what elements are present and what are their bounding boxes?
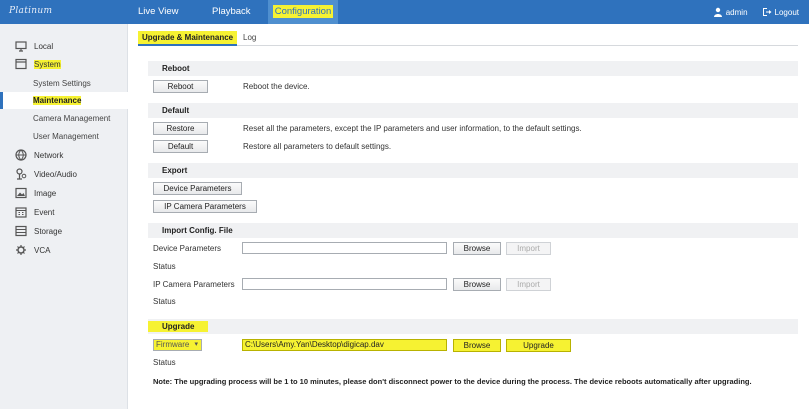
export-device-parameters-button[interactable]: Device Parameters: [153, 182, 242, 195]
upgrade-type-select[interactable]: Firmware ▾: [153, 339, 202, 351]
user-area: admin Logout: [713, 0, 799, 24]
import-ipcam-file-field[interactable]: [242, 278, 447, 290]
import-ipcam-status-label: Status: [153, 297, 176, 306]
sidebar-item-image[interactable]: Image: [0, 184, 128, 202]
sidebar: Local System System Settings Maintenance…: [0, 24, 128, 409]
image-icon: [15, 187, 27, 199]
sidebar-item-label: Local: [34, 41, 54, 51]
video-audio-icon: [16, 168, 27, 180]
sidebar-item-label: Event: [34, 207, 55, 217]
upgrade-type-value: Firmware: [156, 340, 190, 349]
logout-label: Logout: [774, 7, 799, 17]
calendar-icon: [15, 207, 27, 218]
sidebar-item-system[interactable]: System: [0, 55, 128, 73]
section-upgrade-header: Upgrade: [148, 319, 798, 334]
sidebar-sub-system-settings[interactable]: System Settings: [0, 75, 128, 92]
upgrade-browse-button[interactable]: Browse: [453, 339, 501, 352]
import-ipcam-import-button[interactable]: Import: [506, 278, 551, 291]
sidebar-item-label: Video/Audio: [34, 169, 77, 179]
upgrade-note: Note: The upgrading process will be 1 to…: [153, 377, 752, 386]
sidebar-item-video-audio[interactable]: Video/Audio: [0, 165, 128, 183]
nav-configuration-label: Configuration: [272, 5, 334, 18]
section-upgrade-title: Upgrade: [148, 321, 209, 332]
sidebar-item-label: Network: [34, 150, 64, 160]
sidebar-item-event[interactable]: Event: [0, 203, 128, 221]
default-description: Restore all parameters to default settin…: [243, 142, 392, 151]
monitor-icon: [15, 41, 27, 52]
upgrade-button[interactable]: Upgrade: [506, 339, 571, 352]
reboot-description: Reboot the device.: [243, 82, 310, 91]
import-device-import-button[interactable]: Import: [506, 242, 551, 255]
user-menu[interactable]: admin: [713, 7, 748, 17]
reboot-button[interactable]: Reboot: [153, 80, 208, 93]
restore-button[interactable]: Restore: [153, 122, 208, 135]
section-reboot-title: Reboot: [148, 61, 798, 76]
chevron-down-icon: ▾: [194, 341, 198, 348]
brand-logo: Platinum: [9, 6, 53, 16]
upgrade-status-label: Status: [153, 358, 176, 367]
import-device-browse-button[interactable]: Browse: [453, 242, 501, 255]
sidebar-item-storage[interactable]: Storage: [0, 222, 128, 240]
nav-playback[interactable]: Playback: [212, 0, 251, 24]
sidebar-sub-user-management[interactable]: User Management: [0, 128, 128, 145]
sidebar-item-label: VCA: [34, 245, 51, 255]
tab-upgrade-maintenance[interactable]: Upgrade & Maintenance: [138, 31, 238, 46]
system-window-icon: [15, 58, 27, 70]
sidebar-sub-label: Maintenance: [33, 96, 82, 105]
tab-bar: Upgrade & Maintenance Log: [138, 31, 798, 46]
storage-icon: [15, 225, 27, 237]
section-default-title: Default: [148, 103, 798, 118]
import-ipcam-browse-button[interactable]: Browse: [453, 278, 501, 291]
section-export-title: Export: [148, 163, 798, 178]
import-device-file-field[interactable]: [242, 242, 447, 254]
restore-description: Reset all the parameters, except the IP …: [243, 124, 582, 133]
logout-button[interactable]: Logout: [762, 7, 799, 17]
vca-gear-icon: [16, 245, 26, 255]
import-device-status-label: Status: [153, 262, 176, 271]
import-ipcam-label: IP Camera Parameters: [153, 280, 235, 289]
import-device-label: Device Parameters: [153, 244, 222, 253]
sidebar-item-label: Storage: [34, 226, 63, 236]
top-nav-bar: Platinum Live View Playback Configuratio…: [0, 0, 809, 24]
default-button[interactable]: Default: [153, 140, 208, 153]
sidebar-sub-camera-management[interactable]: Camera Management: [0, 110, 128, 127]
sidebar-sub-maintenance[interactable]: Maintenance: [0, 92, 128, 109]
tab-log[interactable]: Log: [243, 31, 256, 46]
sidebar-item-vca[interactable]: VCA: [0, 241, 128, 259]
globe-icon: [15, 149, 27, 161]
sidebar-item-local[interactable]: Local: [0, 37, 128, 55]
section-import-title: Import Config. File: [148, 223, 798, 238]
nav-configuration[interactable]: Configuration: [268, 0, 338, 24]
username: admin: [725, 7, 748, 17]
nav-live-view[interactable]: Live View: [138, 0, 179, 24]
upgrade-file-path-field[interactable]: C:\Users\Amy.Yan\Desktop\digicap.dav: [242, 339, 447, 351]
sidebar-item-label: Image: [34, 188, 57, 198]
user-icon: [713, 7, 722, 17]
logout-icon: [762, 8, 772, 16]
sidebar-item-label: System: [34, 59, 61, 69]
export-ip-camera-parameters-button[interactable]: IP Camera Parameters: [153, 200, 257, 213]
sidebar-item-network[interactable]: Network: [0, 146, 128, 164]
